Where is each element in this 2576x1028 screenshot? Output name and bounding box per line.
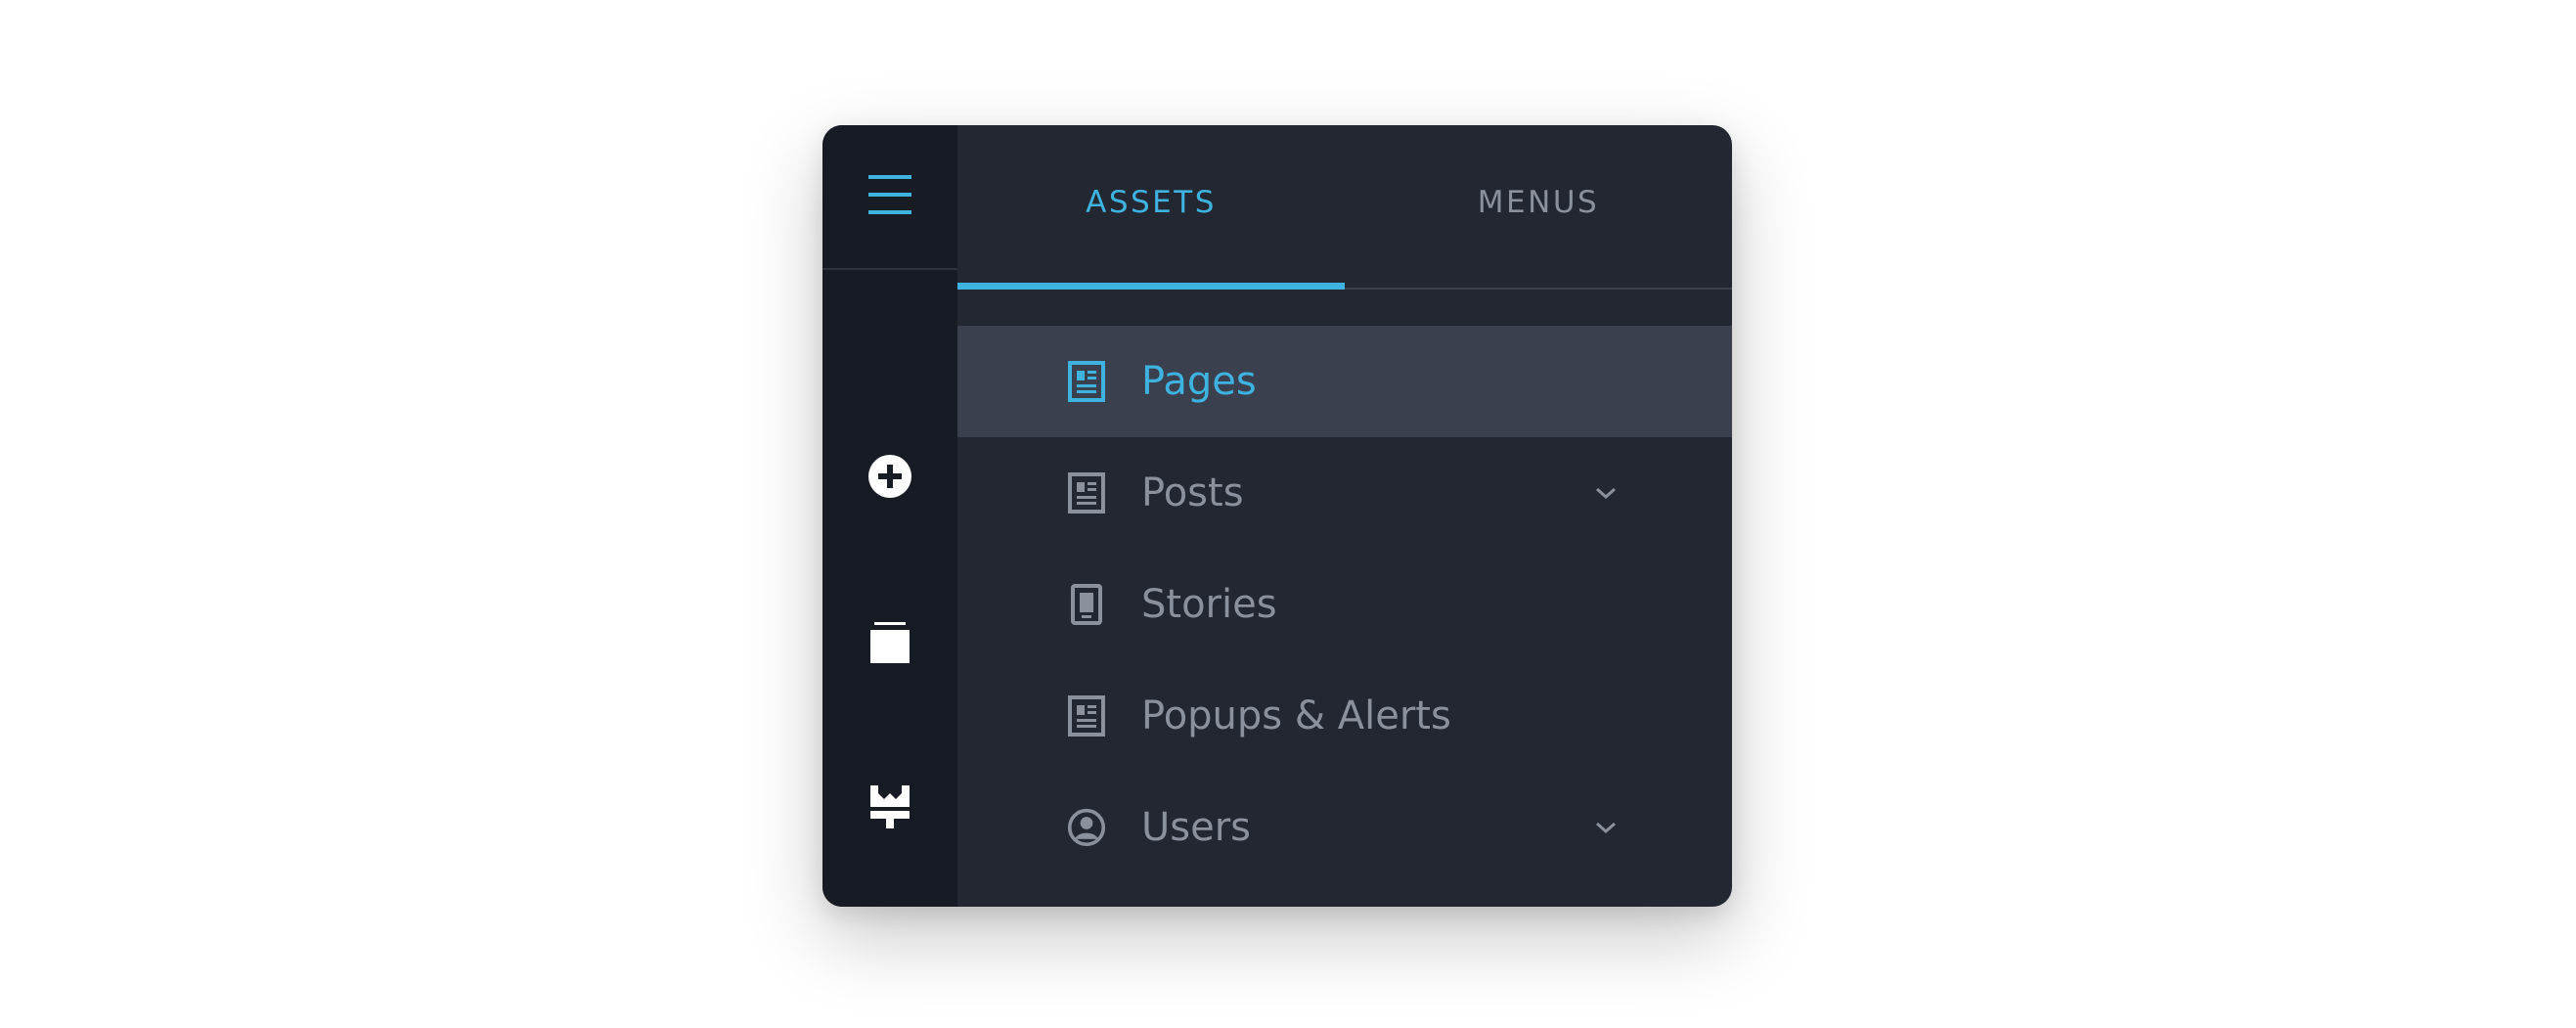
menu-item-label: Pages	[1141, 359, 1257, 404]
chevron-down-icon[interactable]	[1591, 478, 1621, 508]
menu-item-label: Popups & Alerts	[1141, 693, 1451, 738]
user-circle-icon	[1067, 806, 1106, 849]
side-rail	[822, 125, 957, 907]
paint-brush-icon	[868, 783, 911, 830]
hamburger-icon[interactable]	[866, 173, 913, 220]
tab-bar: ASSETS MENUS	[957, 125, 1732, 290]
mobile-icon	[1067, 583, 1106, 626]
menu-item-label: Stories	[1141, 582, 1277, 627]
active-tab-indicator	[957, 283, 1345, 290]
menu-item-pages[interactable]: Pages	[957, 326, 1732, 437]
menu-item-popups-alerts[interactable]: Popups & Alerts	[957, 660, 1732, 772]
assets-panel: ASSETS MENUS Pages Posts Stories Popups …	[822, 125, 1732, 907]
style-button[interactable]	[822, 763, 957, 851]
add-circle-icon	[866, 453, 913, 500]
document-icon	[1067, 471, 1106, 514]
folder-button[interactable]	[822, 599, 957, 687]
main-content: ASSETS MENUS Pages Posts Stories Popups …	[957, 125, 1732, 907]
folder-icon	[868, 620, 911, 665]
add-button[interactable]	[822, 432, 957, 520]
menu-item-label: Posts	[1141, 470, 1244, 515]
document-icon	[1067, 694, 1106, 737]
document-icon	[1067, 360, 1106, 403]
menu-item-posts[interactable]: Posts	[957, 437, 1732, 549]
tab-menus[interactable]: MENUS	[1345, 125, 1732, 288]
rail-header	[822, 125, 957, 270]
menu-item-stories[interactable]: Stories	[957, 549, 1732, 660]
menu-item-label: Users	[1141, 805, 1252, 850]
chevron-down-icon[interactable]	[1591, 813, 1621, 842]
tab-assets[interactable]: ASSETS	[957, 125, 1345, 288]
asset-menu: Pages Posts Stories Popups & Alerts User…	[957, 326, 1732, 883]
menu-item-users[interactable]: Users	[957, 772, 1732, 883]
